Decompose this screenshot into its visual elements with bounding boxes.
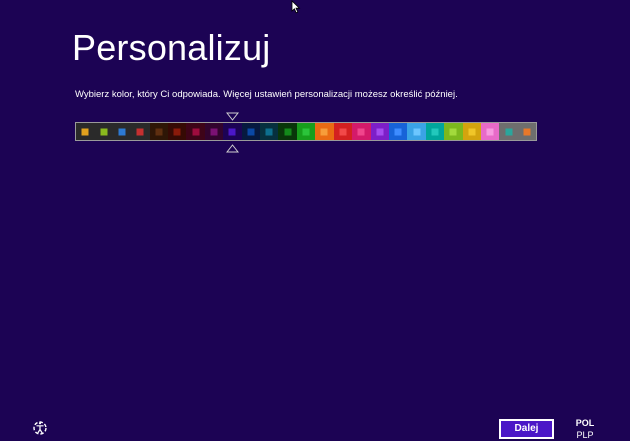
color-swatch[interactable] bbox=[278, 123, 297, 140]
color-swatch[interactable] bbox=[186, 123, 205, 140]
color-chip bbox=[210, 128, 218, 135]
color-chip bbox=[136, 128, 144, 135]
color-chip bbox=[505, 128, 513, 135]
color-chip bbox=[357, 128, 365, 135]
color-swatch[interactable] bbox=[76, 123, 95, 140]
ease-of-access-icon[interactable] bbox=[32, 420, 48, 436]
color-chip bbox=[265, 128, 273, 135]
color-chip bbox=[523, 128, 531, 135]
color-chip bbox=[284, 128, 292, 135]
color-chip bbox=[118, 128, 126, 135]
language-code: POL bbox=[575, 418, 595, 428]
color-swatch[interactable] bbox=[462, 123, 481, 140]
color-chip bbox=[320, 128, 328, 135]
color-chip bbox=[192, 128, 200, 135]
color-chip bbox=[394, 128, 402, 135]
color-chip bbox=[431, 128, 439, 135]
color-swatch[interactable] bbox=[223, 123, 242, 140]
keyboard-layout: PLP bbox=[576, 430, 594, 440]
color-chip bbox=[173, 128, 181, 135]
color-swatch[interactable] bbox=[131, 123, 150, 140]
color-chip bbox=[413, 128, 421, 135]
language-indicator[interactable]: POL PLP bbox=[570, 418, 600, 441]
color-chip bbox=[81, 128, 89, 135]
color-swatch[interactable] bbox=[352, 123, 371, 140]
color-swatch[interactable] bbox=[241, 123, 261, 140]
color-chip bbox=[486, 128, 494, 135]
color-chip bbox=[228, 128, 236, 135]
color-picker[interactable] bbox=[75, 122, 537, 141]
triangle-down-icon[interactable] bbox=[226, 112, 239, 121]
color-swatch[interactable] bbox=[499, 123, 518, 140]
page-title: Personalizuj bbox=[72, 27, 271, 68]
color-chip bbox=[247, 128, 255, 135]
color-swatch[interactable] bbox=[94, 123, 113, 140]
triangle-up-icon[interactable] bbox=[226, 144, 239, 153]
color-swatch[interactable] bbox=[480, 123, 500, 140]
color-chip bbox=[100, 128, 108, 135]
color-chip bbox=[302, 128, 310, 135]
color-chip bbox=[468, 128, 476, 135]
color-chip bbox=[449, 128, 457, 135]
color-swatch[interactable] bbox=[260, 123, 279, 140]
color-chip bbox=[376, 128, 384, 135]
color-swatch[interactable] bbox=[315, 123, 334, 140]
instruction-text: Wybierz kolor, który Ci odpowiada. Więce… bbox=[75, 89, 458, 100]
color-swatch[interactable] bbox=[444, 123, 463, 140]
color-swatch[interactable] bbox=[112, 123, 132, 140]
next-button[interactable]: Dalej bbox=[499, 419, 554, 439]
color-swatch[interactable] bbox=[388, 123, 408, 140]
color-swatch[interactable] bbox=[407, 123, 426, 140]
color-swatch[interactable] bbox=[168, 123, 187, 140]
color-swatch[interactable] bbox=[204, 123, 224, 140]
color-swatch[interactable] bbox=[517, 123, 537, 140]
color-swatch[interactable] bbox=[149, 123, 169, 140]
mouse-pointer-icon bbox=[291, 0, 301, 14]
color-chip bbox=[339, 128, 347, 135]
color-chip bbox=[155, 128, 163, 135]
color-swatch[interactable] bbox=[296, 123, 316, 140]
color-swatch[interactable] bbox=[370, 123, 389, 140]
color-swatch[interactable] bbox=[333, 123, 353, 140]
color-swatch[interactable] bbox=[425, 123, 445, 140]
